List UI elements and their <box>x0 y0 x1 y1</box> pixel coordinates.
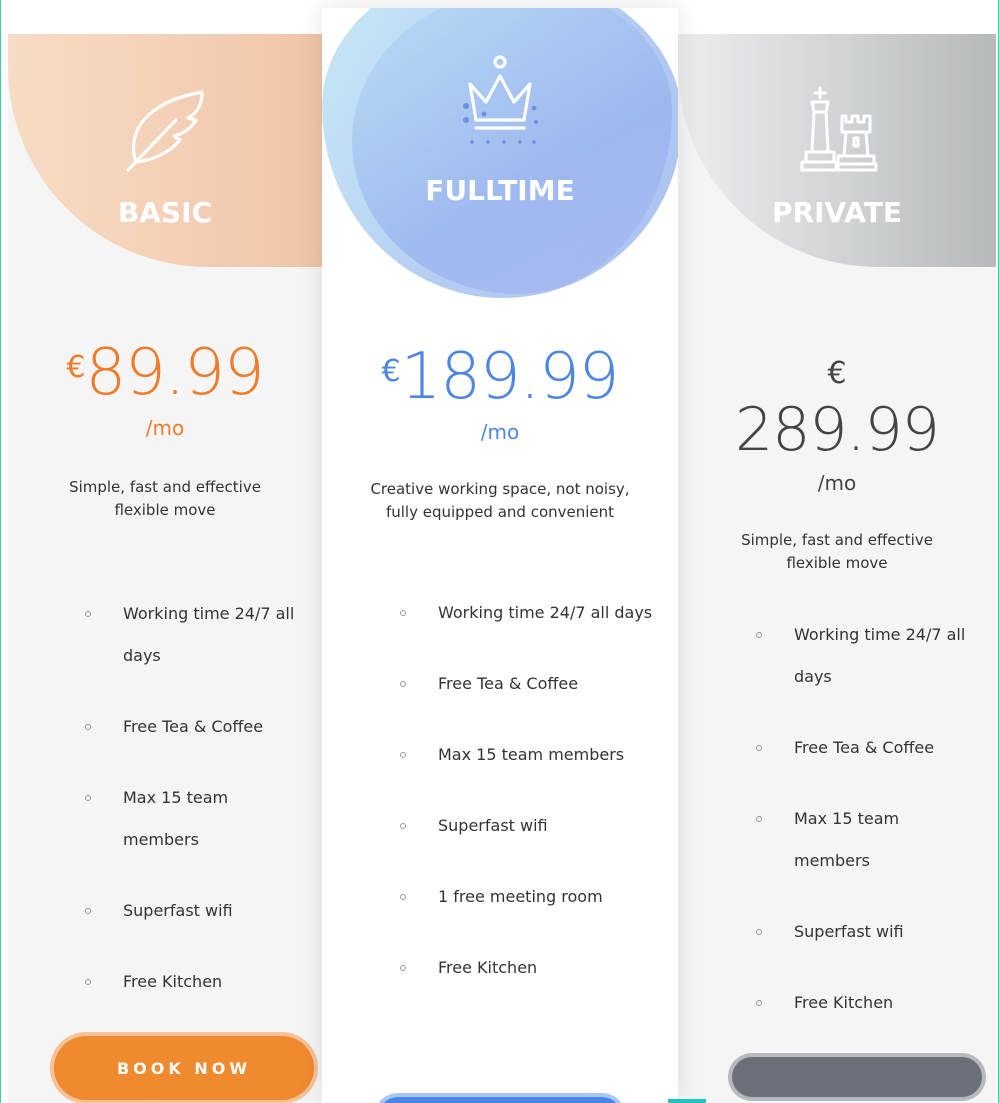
card-header: PRIVATE <box>678 34 996 267</box>
pricing-card-private: PRIVATE €289.99 /mo Simple, fast and eff… <box>678 34 996 1103</box>
price-amount: 89.99 <box>85 336 264 410</box>
bullet-icon <box>756 1000 762 1006</box>
feature-item: Max 15 team members <box>400 734 670 776</box>
feature-text: Working time 24/7 all days <box>123 604 295 665</box>
feature-text: Max 15 team members <box>794 809 900 870</box>
plan-name: BASIC <box>117 196 213 229</box>
bullet-icon <box>85 611 91 617</box>
feature-item: Working time 24/7 all days <box>400 592 670 634</box>
scroll-indicator <box>668 1099 706 1103</box>
feature-item: Max 15 team members <box>756 798 976 882</box>
feature-text: Superfast wifi <box>438 816 548 835</box>
feature-item: Free Tea & Coffee <box>85 706 305 748</box>
price-amount: 289.99 <box>735 395 940 465</box>
card-header: BASIC <box>8 34 322 267</box>
feature-text: Free Tea & Coffee <box>123 717 264 736</box>
feature-item: Free Tea & Coffee <box>756 727 976 769</box>
pricing-card-fulltime: FULLTIME €189.99 /mo Creative working sp… <box>322 8 678 1103</box>
feature-text: Max 15 team members <box>123 788 229 849</box>
price-amount: 189.99 <box>400 340 620 414</box>
currency-symbol: € <box>381 354 401 389</box>
feature-item: Working time 24/7 all days <box>85 593 305 677</box>
feature-item: Superfast wifi <box>756 911 976 953</box>
card-header: FULLTIME <box>322 8 678 308</box>
feature-text: Free Kitchen <box>123 972 223 991</box>
pricing-card-basic: BASIC €89.99 /mo Simple, fast and effect… <box>8 34 322 1103</box>
feature-item: Free Kitchen <box>85 961 305 1003</box>
bullet-icon <box>400 823 406 829</box>
feature-list: Working time 24/7 all days Free Tea & Co… <box>756 614 976 1053</box>
bullet-icon <box>756 632 762 638</box>
bullet-icon <box>85 795 91 801</box>
feature-item: Free Kitchen <box>400 947 670 989</box>
bullet-icon <box>400 610 406 616</box>
feature-text: Working time 24/7 all days <box>438 603 653 622</box>
price: €289.99 /mo <box>678 356 996 495</box>
feature-item: Superfast wifi <box>400 805 670 847</box>
bullet-icon <box>756 745 762 751</box>
price-period: /mo <box>145 416 185 440</box>
book-now-button[interactable]: BOOK NOW <box>54 1036 314 1100</box>
feature-item: Free Tea & Coffee <box>400 663 670 705</box>
feature-item: Superfast wifi <box>85 890 305 932</box>
feature-text: Free Kitchen <box>438 958 538 977</box>
bullet-icon <box>400 894 406 900</box>
feature-text: 1 free meeting room <box>438 887 603 906</box>
bullet-icon <box>400 965 406 971</box>
book-now-button-fulltime[interactable] <box>378 1097 622 1103</box>
bullet-icon <box>756 929 762 935</box>
chess-pieces-icon <box>798 82 878 178</box>
price: €189.99 /mo <box>322 340 678 444</box>
feature-list: Working time 24/7 all days Free Tea & Co… <box>85 593 305 1032</box>
bullet-icon <box>400 681 406 687</box>
feature-text: Max 15 team members <box>438 745 625 764</box>
feature-item: Max 15 team members <box>85 777 305 861</box>
bullet-icon <box>756 816 762 822</box>
feature-text: Free Tea & Coffee <box>438 674 579 693</box>
plan-name: FULLTIME <box>425 174 575 207</box>
bullet-icon <box>85 979 91 985</box>
crown-icon <box>450 50 550 150</box>
feature-text: Free Tea & Coffee <box>794 738 935 757</box>
bullet-icon <box>85 724 91 730</box>
bullet-icon <box>400 752 406 758</box>
feature-text: Working time 24/7 all days <box>794 625 966 686</box>
plan-description: Simple, fast and effective flexible move <box>741 531 933 572</box>
plan-description: Creative working space, not noisy, fully… <box>370 480 630 521</box>
feature-text: Free Kitchen <box>794 993 894 1012</box>
feature-item: Working time 24/7 all days <box>756 614 976 698</box>
feature-list: Working time 24/7 all days Free Tea & Co… <box>400 592 670 1018</box>
currency-symbol: € <box>66 350 86 385</box>
price-period: /mo <box>480 420 520 444</box>
feather-icon <box>118 82 214 178</box>
currency-symbol: € <box>827 356 847 391</box>
feature-text: Superfast wifi <box>123 901 233 920</box>
feature-item: Free Kitchen <box>756 982 976 1024</box>
plan-name: PRIVATE <box>772 196 902 229</box>
price: €89.99 /mo <box>8 336 322 440</box>
plan-description: Simple, fast and effective flexible move <box>69 478 261 519</box>
bullet-icon <box>85 908 91 914</box>
price-period: /mo <box>817 471 857 495</box>
feature-text: Superfast wifi <box>794 922 904 941</box>
book-now-button-private[interactable] <box>732 1057 982 1097</box>
feature-item: 1 free meeting room <box>400 876 670 918</box>
